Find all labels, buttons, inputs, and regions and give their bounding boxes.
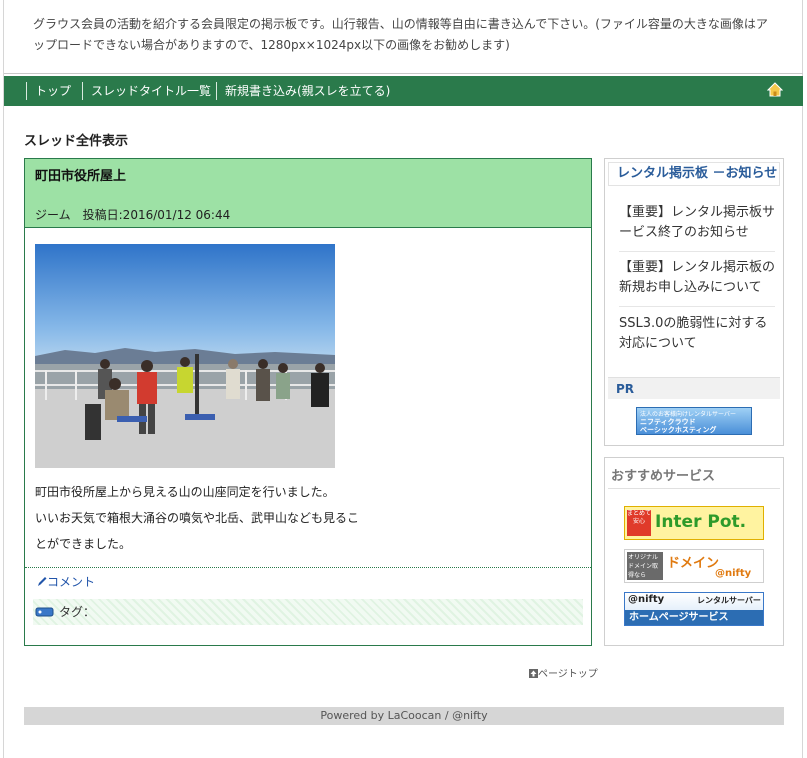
pencil-icon [38, 577, 47, 586]
notice-item[interactable]: 【重要】レンタル掲示板の新規お申し込みについて [619, 258, 775, 298]
nav-item-new-post[interactable]: 新規書き込み(親スレを立てる) [216, 82, 390, 100]
nav-bar: トップ スレッドタイトル一覧 新規書き込み(親スレを立てる) [4, 76, 803, 106]
post-body: 町田市役所屋上から見える山の山座同定を行いました。 いいお天気で箱根大涌谷の噴気… [35, 479, 375, 557]
banner-text: レンタルサーバー [697, 596, 761, 605]
page-top-label: ページトップ [538, 669, 598, 680]
post-body-line: いいお天気で箱根大涌谷の噴気や北岳、武甲山なども見るこ [35, 511, 360, 525]
banner-text: ドメイン [667, 556, 720, 571]
post-header: 町田市役所屋上 ジーム 投稿日:2016/01/12 06:44 [25, 159, 591, 228]
banner-text: @nifty [715, 568, 752, 579]
banner-text: オリジナルドメイン取得なら [627, 552, 663, 580]
homepage-service-banner[interactable]: @nifty レンタルサーバー ホームページサービス [624, 592, 764, 626]
banner-badge: まとめて安心 [627, 510, 651, 536]
post-title: 町田市役所屋上 [35, 169, 127, 184]
tag-label: タグ： [59, 605, 96, 619]
post-body-line: とができました。 [35, 537, 132, 551]
interpot-banner[interactable]: まとめて安心 Inter Pot. [624, 506, 764, 540]
board-description: グラウス会員の活動を紹介する会員限定の掲示板です。山行報告、山の情報等自由に書き… [33, 17, 768, 52]
comment-label: コメント [47, 575, 96, 589]
recommend-sidebar: おすすめサービス まとめて安心 Inter Pot. オリジナルドメイン取得なら… [604, 457, 784, 646]
post-photo[interactable] [35, 244, 335, 468]
recommend-title: おすすめサービス [611, 469, 716, 484]
nav-item-thread-list[interactable]: スレッドタイトル一覧 [82, 82, 211, 100]
domain-banner[interactable]: オリジナルドメイン取得なら ドメイン @nifty [624, 549, 764, 583]
pr-banner[interactable]: 法人のお客様向けレンタルサーバー ニフティクラウド ベーシックホスティング [636, 407, 752, 435]
post-meta: ジーム 投稿日:2016/01/12 06:44 [35, 208, 231, 222]
divider [25, 567, 591, 568]
notice-sidebar: レンタル掲示板 －お知らせ 【重要】レンタル掲示板サービス終了のお知らせ 【重要… [604, 158, 784, 446]
nav-item-top[interactable]: トップ [26, 82, 71, 100]
comment-link[interactable]: コメント [37, 573, 95, 590]
divider [619, 306, 775, 307]
pr-banner-text: ベーシックホスティング [640, 426, 717, 434]
banner-text: Inter Pot. [655, 512, 747, 532]
page-top-link[interactable]: ページトップ [529, 665, 598, 680]
notice-item[interactable]: 【重要】レンタル掲示板サービス終了のお知らせ [619, 203, 775, 243]
divider [608, 488, 780, 489]
notice-title: レンタル掲示板 －お知らせ [608, 162, 780, 186]
divider [619, 251, 775, 252]
banner-text: @nifty [628, 594, 665, 605]
post-body-line: 町田市役所屋上から見える山の山座同定を行いました。 [35, 485, 335, 499]
banner-text: ホームページサービス [625, 610, 763, 625]
footer: Powered by LaCoocan / @nifty [24, 707, 784, 725]
notice-item[interactable]: SSL3.0の脆弱性に対する対応について [619, 314, 775, 354]
arrow-up-icon [529, 669, 538, 678]
thread-post: 町田市役所屋上 ジーム 投稿日:2016/01/12 06:44 町田市役所屋上… [24, 158, 592, 646]
tag-bar: タグ： [33, 599, 583, 625]
tag-icon [35, 607, 54, 617]
pr-title: PR [608, 377, 780, 399]
divider [4, 73, 803, 74]
section-title: スレッド全件表示 [24, 134, 129, 149]
home-icon[interactable] [767, 82, 783, 98]
